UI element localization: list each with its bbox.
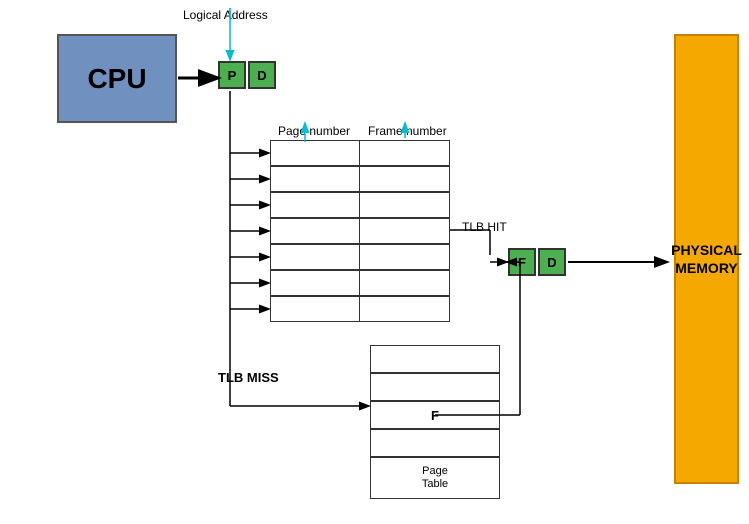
d2-box: D <box>538 248 566 276</box>
physical-memory-box: PHYSICAL MEMORY <box>674 34 739 484</box>
physical-memory-label: PHYSICAL MEMORY <box>671 241 742 277</box>
tlb-miss-label: TLB MISS <box>218 370 279 385</box>
logical-address-label: Logical Address <box>183 8 268 22</box>
cpu-label: CPU <box>87 63 146 95</box>
cpu-box: CPU <box>57 34 177 123</box>
page-f-cell: F <box>370 401 500 429</box>
frame-number-label: Frame number <box>368 124 447 138</box>
page-table: F Page Table <box>370 345 500 485</box>
pd-container: P D <box>218 61 276 89</box>
page-number-label: Page number <box>278 124 350 138</box>
d-box: D <box>248 61 276 89</box>
page-table-label-cell: Page Table <box>370 457 500 499</box>
fd-container: F D <box>508 248 566 276</box>
f-box: F <box>508 248 536 276</box>
p-box: P <box>218 61 246 89</box>
tlb-table <box>270 140 450 322</box>
diagram: CPU Logical Address P D Page number Fram… <box>0 0 749 524</box>
tlb-hit-label: TLB HIT <box>462 220 507 234</box>
